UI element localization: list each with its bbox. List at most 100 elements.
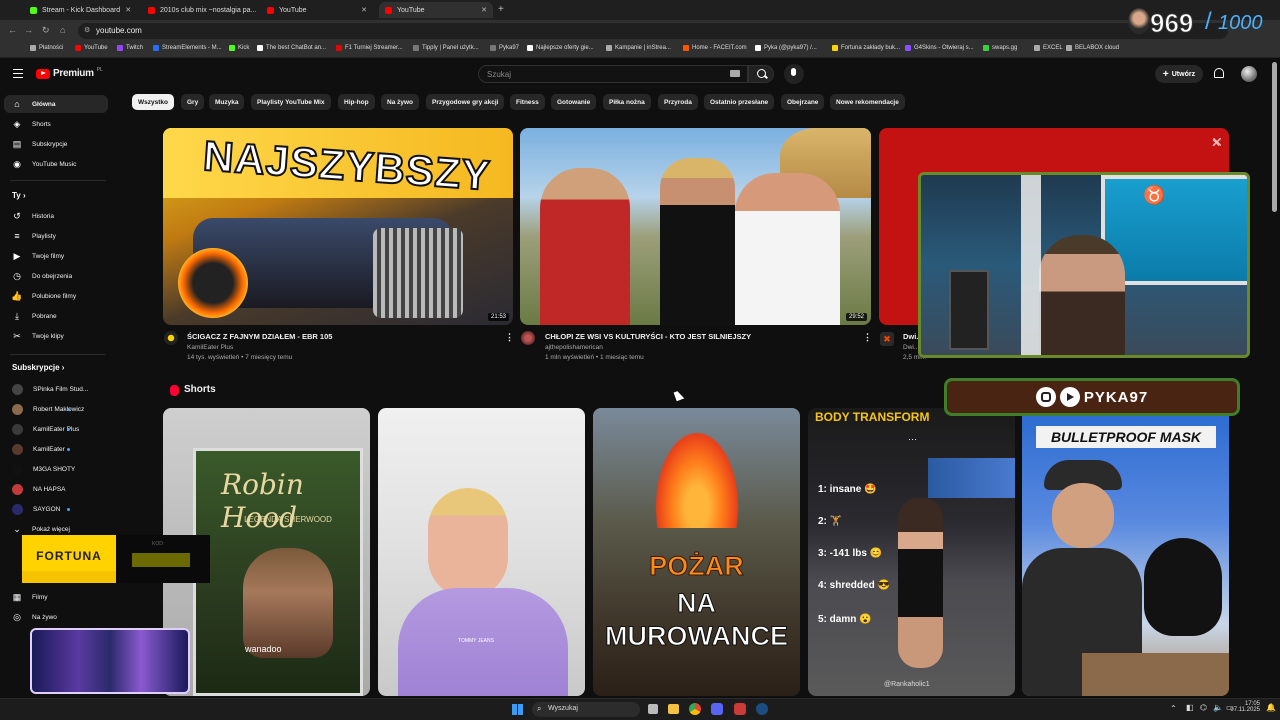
bookmark-item[interactable]: Płatności (30, 45, 63, 51)
sidebar-item[interactable]: ≡ Playlisty (4, 227, 108, 245)
sidebar-item[interactable]: SAYGON (4, 500, 108, 518)
notifications-bell-icon[interactable] (1214, 68, 1224, 78)
address-bar[interactable]: ⚙ youtube.com (78, 23, 1228, 39)
sidebar-item[interactable]: Robert Makłowicz (4, 400, 108, 418)
browser-tab-active[interactable]: YouTube ✕ (379, 2, 493, 18)
sidebar-item[interactable]: ▶ Twoje filmy (4, 247, 108, 265)
keyboard-icon[interactable] (730, 70, 740, 77)
sidebar-item[interactable]: ↺ Historia (4, 207, 108, 225)
sidebar-item[interactable]: ⌂ Główna (4, 95, 108, 113)
video-title[interactable]: ŚCIGACZ Z FAJNYM DZIAŁEM - EBR 105 (187, 332, 332, 341)
file-explorer-icon[interactable] (668, 704, 679, 714)
more-actions-icon[interactable]: ⋮ (863, 332, 872, 343)
sidebar-item[interactable]: KamilEater Plus (4, 420, 108, 438)
voice-search-icon[interactable] (784, 64, 804, 84)
bookmark-item[interactable]: Fortuna zakłady buk... (832, 45, 900, 51)
bookmark-item[interactable]: F1 Turniej Streamer... (336, 45, 403, 51)
site-info-icon[interactable]: ⚙ (84, 26, 90, 34)
close-tab-icon[interactable]: ✕ (125, 6, 131, 14)
bookmark-item[interactable]: Kick (229, 45, 249, 51)
sidebar-item[interactable]: ◈ Shorts (4, 115, 108, 133)
bookmark-item[interactable]: Pyka97 (490, 45, 519, 51)
chrome-icon[interactable] (689, 703, 701, 715)
volume-icon[interactable]: 🔈 (1213, 703, 1223, 712)
close-tab-icon[interactable]: ✕ (361, 6, 367, 14)
channel-name[interactable]: KamilEater Plus (187, 344, 233, 351)
search-input[interactable]: Szukaj (478, 65, 748, 83)
account-avatar[interactable] (1241, 66, 1257, 82)
channel-avatar[interactable] (521, 331, 535, 345)
sidebar-section-subscriptions[interactable]: Subskrypcje › (12, 363, 64, 372)
clock[interactable]: 17:05 07.11.2025 (1230, 701, 1260, 713)
sidebar-item[interactable]: ▤ Subskrypcje (4, 135, 108, 153)
filter-chip[interactable]: Przygodowe gry akcji (426, 94, 505, 110)
bookmark-item[interactable]: BELABOX cloud (1066, 45, 1119, 51)
sidebar-item[interactable]: ◷ Do obejrzenia (4, 267, 108, 285)
bookmark-item[interactable]: Home - FACEIT.com (683, 45, 747, 51)
sidebar-item[interactable]: M3GA SHOTY (4, 460, 108, 478)
bookmark-item[interactable]: Kampanie | inStrea... (606, 45, 671, 51)
bookmark-item[interactable]: Tipply | Panel użytk... (413, 45, 479, 51)
bookmark-item[interactable]: swaps.gg (983, 45, 1017, 51)
video-title[interactable]: CHŁOPI ZE WSI VS KULTURYŚCI - KTO JEST S… (545, 332, 751, 341)
filter-chip[interactable]: Hip-hop (338, 94, 375, 110)
bookmark-item[interactable]: The best ChatBot an... (257, 45, 326, 51)
new-tab-icon[interactable]: + (498, 4, 504, 15)
sidebar-item[interactable]: 👍 Polubione filmy (4, 287, 108, 305)
filter-chip[interactable]: Wszystko (132, 94, 174, 110)
browser-tab[interactable]: YouTube ✕ (261, 2, 373, 18)
sidebar-item[interactable]: ◎ Na żywo (4, 608, 108, 626)
filter-chip[interactable]: Na żywo (381, 94, 420, 110)
sidebar-item[interactable]: ⤓ Pobrane (4, 307, 108, 325)
filter-chip[interactable]: Gotowanie (551, 94, 597, 110)
filter-chip[interactable]: Muzyka (209, 94, 245, 110)
task-view-icon[interactable] (648, 704, 658, 714)
search-button[interactable] (748, 65, 774, 83)
steam-icon[interactable] (756, 703, 768, 715)
short-card[interactable]: POŻAR NA MUROWANCE (593, 408, 800, 696)
sidebar-section-you[interactable]: Ty › (12, 191, 26, 200)
filter-chip[interactable]: Przyroda (658, 94, 698, 110)
create-button[interactable]: + Utwórz (1155, 65, 1203, 83)
video-thumbnail[interactable]: 29:52 (520, 128, 871, 325)
browser-tab[interactable]: Stream - Kick Dashboard ✕ (24, 2, 136, 18)
discord-icon[interactable] (711, 703, 723, 715)
channel-name[interactable]: ajthepolishamerican (545, 344, 603, 351)
filter-chip[interactable]: Piłka nożna (603, 94, 651, 110)
sidebar-item[interactable]: ◉ YouTube Music (4, 155, 108, 173)
windows-start-icon[interactable] (512, 704, 523, 715)
filter-chip[interactable]: Fitness (510, 94, 545, 110)
filter-chip[interactable]: Playlisty YouTube Mix (251, 94, 331, 110)
app-icon[interactable] (734, 703, 746, 715)
sidebar-item[interactable]: ▦ Filmy (4, 588, 108, 606)
bookmark-item[interactable]: Twitch (117, 45, 143, 51)
short-card[interactable]: BODY TRANSFORM ⋯ 1: insane 🤩 2: 🏋 3: -141 … (808, 408, 1015, 696)
browser-tab[interactable]: 2010s club mix ~nostalgia pa...✕ (142, 2, 258, 18)
channel-avatar[interactable] (164, 331, 178, 345)
bookmark-item[interactable]: Najlepsze oferty gie... (527, 45, 594, 51)
filter-chip[interactable]: Ostatnio przesłane (704, 94, 775, 110)
home-browser-icon[interactable]: ⌂ (60, 25, 65, 35)
page-scrollbar[interactable] (1272, 62, 1277, 212)
close-tab-icon[interactable]: ✕ (481, 6, 487, 14)
sidebar-item[interactable]: KamilEater (4, 440, 108, 458)
forward-icon[interactable]: → (24, 25, 33, 35)
filter-chip[interactable]: Obejrzane (781, 94, 825, 110)
youtube-premium-logo[interactable]: Premium PL (36, 67, 103, 79)
short-card[interactable]: BULLETPROOF MASK (1022, 408, 1229, 696)
reload-icon[interactable]: ↻ (42, 25, 50, 36)
bookmark-item[interactable]: StreamElements - M... (153, 45, 222, 51)
notifications-icon[interactable]: 🔔 (1266, 703, 1276, 712)
taskbar-search[interactable]: ⌕ Wyszukaj (532, 702, 640, 717)
sidebar-item[interactable]: SPinka Film Stud... (4, 380, 108, 398)
sidebar-item[interactable]: NA HAPSA (4, 480, 108, 498)
short-card[interactable]: TOMMY JEANS (378, 408, 585, 696)
filter-chip[interactable]: Nowe rekomendacje (830, 94, 905, 110)
back-icon[interactable]: ← (8, 25, 17, 35)
more-actions-icon[interactable]: ⋯ (908, 434, 917, 445)
sidebar-item[interactable]: ✂ Twoje klipy (4, 327, 108, 345)
bookmark-item[interactable]: YouTube (75, 45, 108, 51)
filter-chip[interactable]: Gry (181, 94, 205, 110)
tray-chevron-icon[interactable]: ⌃ (1170, 704, 1177, 713)
bookmark-item[interactable]: G4Skins - Otwieraj s... (905, 45, 974, 51)
